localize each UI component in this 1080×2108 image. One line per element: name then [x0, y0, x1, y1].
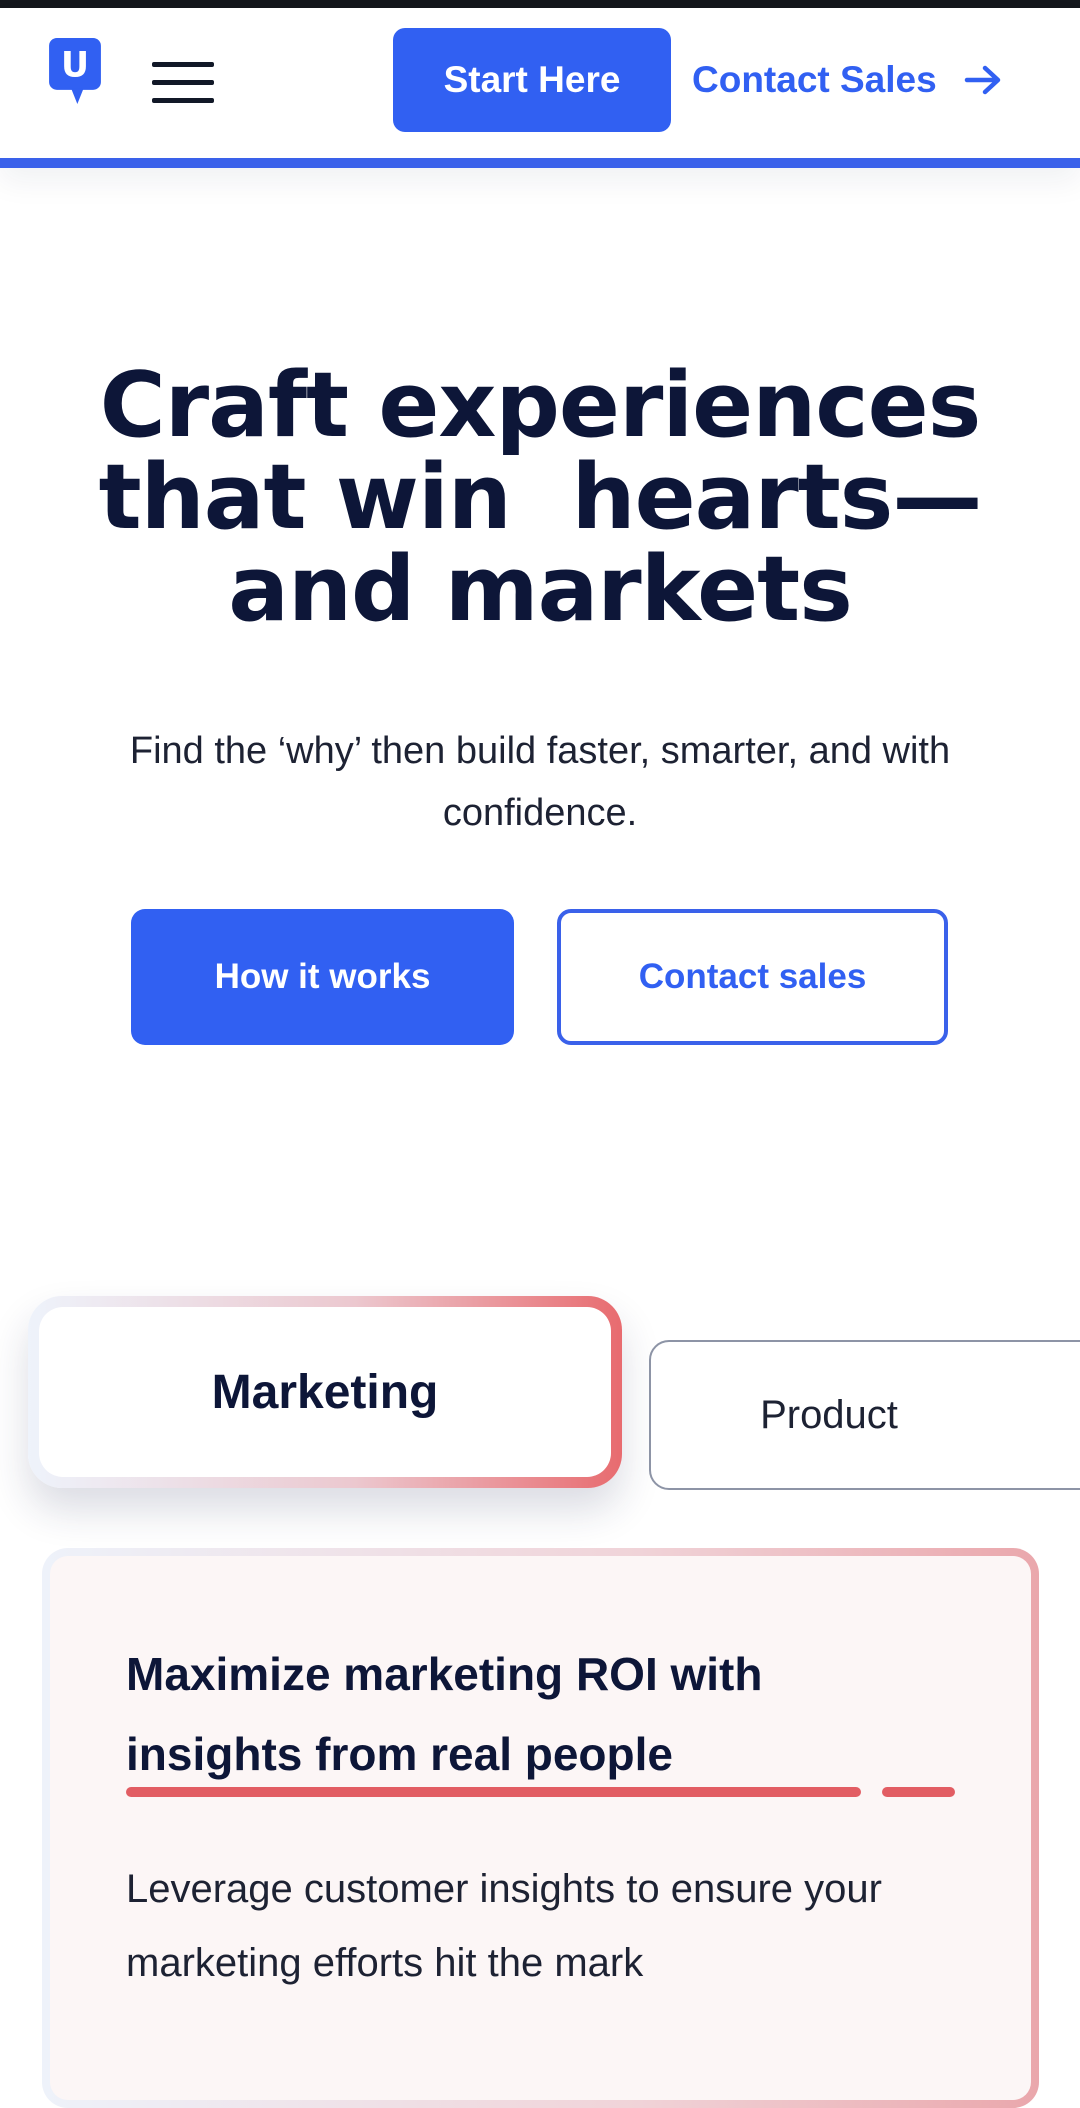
tab-product[interactable]: Product [649, 1340, 1080, 1490]
arrow-right-icon [964, 65, 1000, 95]
hero-title-line: Craft experiences [99, 353, 982, 458]
start-here-button[interactable]: Start Here [393, 28, 671, 132]
navbar: U Start Here Contact Sales [0, 8, 1080, 168]
tab-marketing-label: Marketing [39, 1307, 611, 1477]
hero-title-line: and markets [228, 537, 853, 642]
contact-sales-label: Contact Sales [692, 59, 937, 100]
hero-title: Craft experiences that win hearts— and m… [0, 360, 1080, 636]
logo-letter: U [61, 46, 89, 86]
feature-card [42, 1548, 1039, 2108]
hamburger-menu-icon[interactable] [150, 58, 216, 108]
card-body: Leverage customer insights to ensure you… [126, 1867, 882, 1985]
card-title: Maximize marketing ROI with insights fro… [126, 1648, 763, 1780]
top-status-strip [0, 0, 1080, 8]
how-it-works-button[interactable]: How it works [131, 909, 514, 1045]
title-underline-accent [882, 1787, 955, 1797]
hero-title-line: that win hearts— [98, 445, 983, 550]
tab-marketing[interactable]: Marketing [28, 1296, 622, 1488]
contact-sales-link[interactable]: Contact Sales [692, 28, 1003, 132]
brand-logo-icon[interactable]: U [42, 38, 108, 104]
contact-sales-button[interactable]: Contact sales [557, 909, 948, 1045]
tab-product-label: Product [760, 1392, 898, 1437]
title-underline [126, 1787, 861, 1797]
hero-subtitle: Find the ‘why’ then build faster, smarte… [129, 730, 951, 834]
